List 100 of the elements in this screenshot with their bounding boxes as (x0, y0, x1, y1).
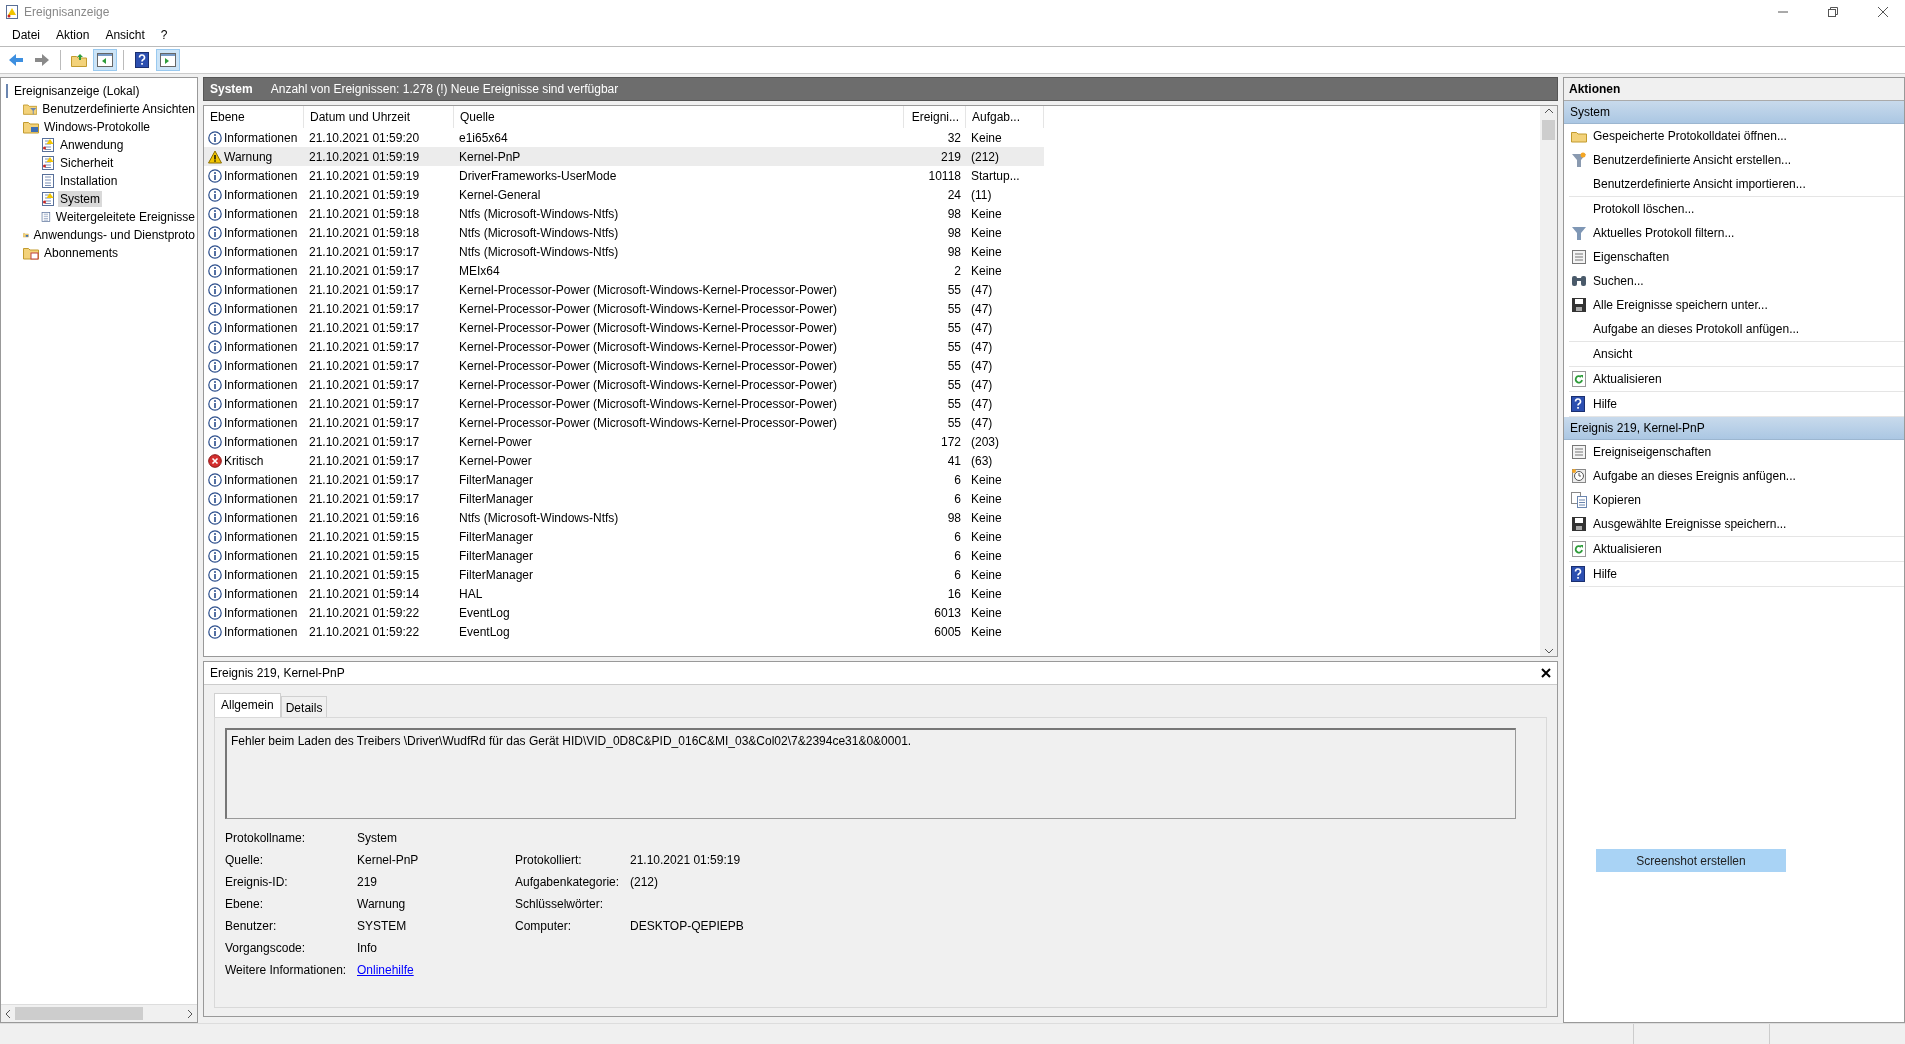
table-cell-text: 21.10.2021 01:59:16 (308, 510, 421, 525)
menu-item[interactable]: ? (152, 26, 176, 44)
field-label: Aufgabenkategorie: (515, 875, 621, 889)
table-cell-text: DriverFrameworks-UserMode (458, 168, 618, 183)
tree-item[interactable]: System (58, 191, 102, 207)
table-cell-text: 21.10.2021 01:59:17 (308, 282, 421, 297)
table-cell-text: 6013 (933, 605, 962, 620)
table-cell: Informationen (224, 529, 298, 544)
scrollbar-thumb[interactable] (1542, 120, 1555, 140)
table-cell-text: 21.10.2021 01:59:17 (308, 396, 421, 411)
table-cell-text: 21.10.2021 01:59:18 (308, 225, 421, 240)
table-cell: Informationen (224, 263, 298, 278)
tree-item[interactable]: Sicherheit (58, 155, 116, 171)
action-link[interactable]: Kopieren (1593, 493, 1642, 507)
action-link[interactable]: Benutzerdefinierte Ansicht importieren... (1593, 177, 1806, 191)
table-cell-text: (11) (970, 187, 993, 202)
tree-item[interactable]: Anwendung (58, 137, 126, 153)
table-cell-text: FilterManager (458, 472, 535, 487)
table-cell-text: Keine (970, 510, 1003, 525)
clock-icon (1571, 468, 1587, 484)
table-cell-text: 21.10.2021 01:59:15 (308, 548, 421, 563)
action-link[interactable]: Protokoll löschen... (1593, 202, 1695, 216)
table-cell-text: Kernel-General (458, 187, 542, 202)
field-label: Ereignis-ID: (225, 875, 289, 889)
scroll-up-icon[interactable] (1544, 108, 1553, 114)
table-cell-text: 21.10.2021 01:59:17 (308, 339, 421, 354)
table-cell-text: 41 (946, 453, 962, 468)
action-link[interactable]: Benutzerdefinierte Ansicht erstellen... (1593, 153, 1792, 167)
info-icon (208, 624, 222, 639)
menu-item[interactable]: Ansicht (97, 26, 153, 44)
toolbar-button[interactable] (93, 49, 117, 71)
action-link[interactable]: Ausgewählte Ereignisse speichern... (1593, 517, 1787, 531)
table-cell-text: 219 (939, 149, 962, 164)
action-link[interactable]: Alle Ereignisse speichern unter... (1593, 298, 1768, 312)
refresh-icon (1571, 371, 1587, 387)
table-cell-text: Keine (970, 225, 1003, 240)
action-link[interactable]: Eigenschaften (1593, 250, 1670, 264)
screenshot-button[interactable]: Screenshot erstellen (1596, 849, 1786, 872)
pane-icon (160, 53, 176, 67)
section-header[interactable]: System (1564, 101, 1904, 124)
table-cell-text: Kernel-PnP (458, 149, 522, 164)
field-value: DESKTOP-QEPIEPB (630, 919, 745, 933)
tree-item[interactable]: Installation (58, 173, 120, 189)
field-label: Quelle: (225, 853, 265, 867)
table-cell: Informationen (224, 206, 298, 221)
menu-item[interactable]: Aktion (48, 26, 98, 44)
table-cell: Informationen (224, 339, 298, 354)
info-icon (208, 415, 222, 430)
info-icon (208, 472, 222, 487)
tree-item[interactable]: Ereignisanzeige (Lokal) (12, 83, 142, 99)
section-header[interactable]: Ereignis 219, Kernel-PnP (1564, 417, 1904, 440)
table-cell: Informationen (224, 396, 298, 411)
subscription-folder-icon (23, 246, 39, 260)
table-cell-text: MEIx64 (458, 263, 501, 278)
field-value: Info (357, 941, 378, 955)
action-link[interactable]: Aufgabe an dieses Protokoll anfügen... (1593, 322, 1800, 336)
table-cell-text: Keine (970, 244, 1003, 259)
action-link[interactable]: Aktualisieren (1593, 542, 1662, 556)
action-link[interactable]: Ansicht (1593, 347, 1633, 361)
action-link[interactable]: Aktuelles Protokoll filtern... (1593, 226, 1735, 240)
scroll-down-icon[interactable] (1544, 648, 1553, 654)
log-icon (41, 156, 55, 170)
action-link[interactable]: Hilfe (1593, 397, 1617, 411)
event-row[interactable]: Warnung 21.10.2021 01:59:19 Kernel-PnP 219 (212) (204, 147, 1044, 166)
info-icon (208, 396, 222, 411)
vertical-scrollbar[interactable] (1540, 106, 1557, 656)
help-icon (1571, 396, 1585, 412)
tree-item[interactable]: Windows-Protokolle (42, 119, 153, 135)
close-icon[interactable] (1541, 668, 1551, 678)
action-link[interactable]: Suchen... (1593, 274, 1644, 288)
tree-item[interactable]: Weitergeleitete Ereignisse (53, 209, 197, 225)
table-cell: Informationen (224, 548, 298, 563)
toolbar-button[interactable] (156, 49, 180, 71)
tree-item[interactable]: Abonnements (42, 245, 121, 261)
action-link[interactable]: Gespeicherte Protokolldatei öffnen... (1593, 129, 1787, 143)
scroll-left-icon[interactable] (5, 1009, 11, 1018)
tree-item[interactable]: Anwendungs- und Dienstproto (31, 227, 197, 243)
copy-icon (1571, 492, 1587, 508)
log-icon (41, 174, 55, 188)
table-cell: Informationen (224, 472, 298, 487)
menu-item[interactable]: Datei (4, 26, 48, 44)
scroll-right-icon[interactable] (187, 1009, 193, 1018)
horizontal-scrollbar[interactable] (1, 1004, 197, 1022)
table-cell-text: 21.10.2021 01:59:22 (308, 605, 421, 620)
tree-item[interactable]: Benutzerdefinierte Ansichten (40, 101, 197, 117)
tab[interactable]: Allgemein (214, 693, 281, 717)
action-link[interactable]: Aktualisieren (1593, 372, 1662, 386)
tab[interactable]: Details (280, 696, 328, 717)
table-cell: Informationen (224, 244, 298, 259)
table-cell-text: (47) (970, 358, 994, 373)
table-cell-text: Kernel-Processor-Power (Microsoft-Windows-Kernel-Processor-Power) (458, 415, 839, 430)
table-cell-text: 21.10.2021 01:59:17 (308, 320, 421, 335)
action-link[interactable]: Aufgabe an dieses Ereignis anfügen... (1593, 469, 1796, 483)
help-link[interactable]: Onlinehilfe (357, 963, 414, 977)
action-link[interactable]: Hilfe (1593, 567, 1617, 581)
info-icon (208, 510, 222, 525)
action-link[interactable]: Ereigniseigenschaften (1593, 445, 1712, 459)
table-cell-text: 6 (953, 472, 962, 487)
table-cell-text: FilterManager (458, 548, 535, 563)
table-cell-text: (47) (970, 339, 994, 354)
